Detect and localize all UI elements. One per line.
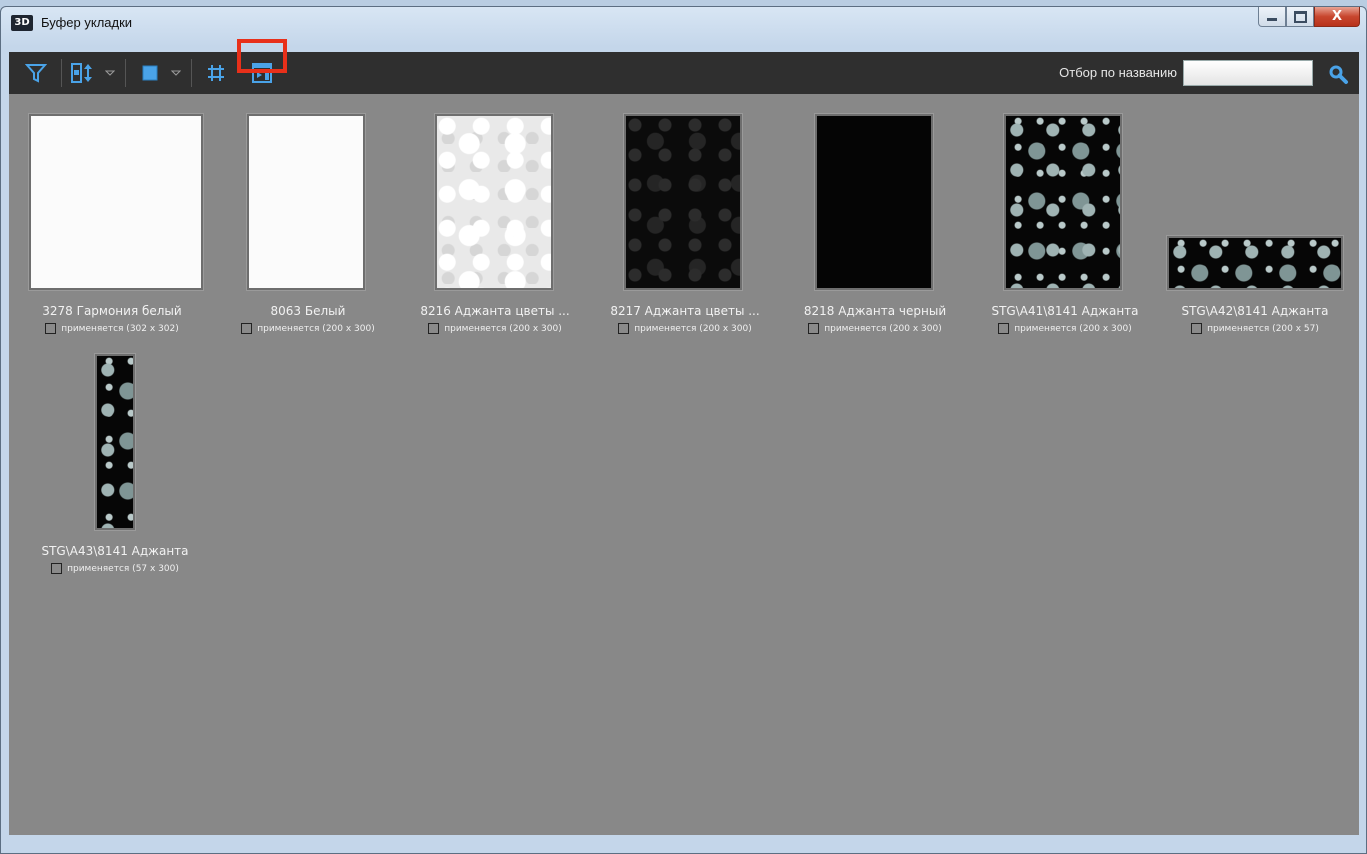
filter-icon	[25, 64, 47, 83]
tile-thumbnail[interactable]	[1004, 114, 1122, 290]
tile-status-text: применяется (200 x 300)	[634, 323, 752, 334]
tile-thumbnail[interactable]	[95, 354, 135, 530]
tile-thumbnail[interactable]	[815, 114, 933, 290]
apply-checkbox[interactable]	[241, 323, 253, 334]
search-icon	[1329, 65, 1348, 84]
app-icon: 3D	[11, 15, 33, 31]
tile-name: 8216 Аджанта цветы ...	[420, 304, 570, 318]
maximize-button[interactable]	[1286, 7, 1314, 27]
tile-status: применяется (200 x 57)	[1161, 323, 1349, 334]
tile-status: применяется (200 x 300)	[214, 323, 402, 334]
toolbar-separator	[125, 59, 126, 87]
tile-item[interactable]: STG\A43\8141 Аджанта применяется (57 x 3…	[9, 94, 197, 594]
sort-dropdown[interactable]	[103, 60, 117, 86]
toolbar: Отбор по названию	[9, 52, 1359, 94]
view-mode-button[interactable]	[137, 60, 163, 86]
tile-status: применяется (200 x 300)	[971, 323, 1159, 334]
tile-grid: 3278 Гармония белый применяется (302 x 3…	[9, 94, 1359, 835]
tile-status: применяется (200 x 300)	[401, 323, 589, 334]
sort-button[interactable]	[69, 60, 99, 86]
tile-name: 8218 Аджанта черный	[803, 304, 947, 318]
search-button[interactable]	[1327, 63, 1349, 85]
highlight-frame	[237, 39, 287, 73]
apply-checkbox[interactable]	[808, 323, 820, 334]
window-controls: X	[1258, 7, 1360, 29]
toolbar-separator	[61, 59, 62, 87]
dropdown-arrow-icon	[171, 70, 181, 76]
tile-name: STG\A43\8141 Аджанта	[41, 544, 189, 558]
tile-name: STG\A42\8141 Аджанта	[1181, 304, 1329, 318]
tile-status: применяется (200 x 300)	[591, 323, 779, 334]
window: 3D Буфер укладки X Отбор по названию 327…	[0, 6, 1367, 854]
apply-checkbox[interactable]	[998, 323, 1010, 334]
tile-status-text: применяется (57 x 300)	[67, 563, 179, 574]
minimize-icon	[1267, 18, 1277, 21]
window-title: Буфер укладки	[41, 15, 133, 30]
tile-status: применяется (57 x 300)	[21, 563, 209, 574]
maximize-icon	[1293, 10, 1307, 23]
tile-thumbnail[interactable]	[624, 114, 742, 290]
apply-checkbox[interactable]	[1191, 323, 1203, 334]
sort-icon	[71, 63, 92, 83]
filter-input[interactable]	[1183, 60, 1313, 86]
tile-thumbnail[interactable]	[435, 114, 553, 290]
tile-status: применяется (200 x 300)	[781, 323, 969, 334]
title-bar[interactable]: 3D Буфер укладки X	[1, 7, 1366, 37]
apply-checkbox[interactable]	[618, 323, 630, 334]
tile-name: 8217 Аджанта цветы ...	[610, 304, 760, 318]
filter-button[interactable]	[23, 60, 49, 86]
tile-thumbnail[interactable]	[247, 114, 365, 290]
dropdown-arrow-icon	[105, 70, 115, 76]
filter-label: Отбор по названию	[1059, 65, 1177, 80]
close-button[interactable]: X	[1314, 7, 1360, 27]
tile-status-text: применяется (200 x 57)	[1207, 323, 1319, 334]
tile-thumbnail[interactable]	[1167, 236, 1343, 290]
minimize-button[interactable]	[1258, 7, 1286, 27]
tile-name: 8063 Белый	[270, 304, 346, 318]
tile-status-text: применяется (200 x 300)	[824, 323, 942, 334]
tile-name: STG\A41\8141 Аджанта	[991, 304, 1139, 318]
tile-status-text: применяется (200 x 300)	[444, 323, 562, 334]
view-mode-dropdown[interactable]	[169, 60, 183, 86]
grid-icon	[208, 65, 224, 81]
view-square-icon	[142, 65, 158, 81]
apply-checkbox[interactable]	[51, 563, 63, 574]
tile-status-text: применяется (200 x 300)	[1014, 323, 1132, 334]
close-icon: X	[1331, 9, 1343, 24]
toolbar-separator	[191, 59, 192, 87]
tile-status-text: применяется (200 x 300)	[257, 323, 375, 334]
apply-checkbox[interactable]	[428, 323, 440, 334]
grid-button[interactable]	[203, 60, 229, 86]
